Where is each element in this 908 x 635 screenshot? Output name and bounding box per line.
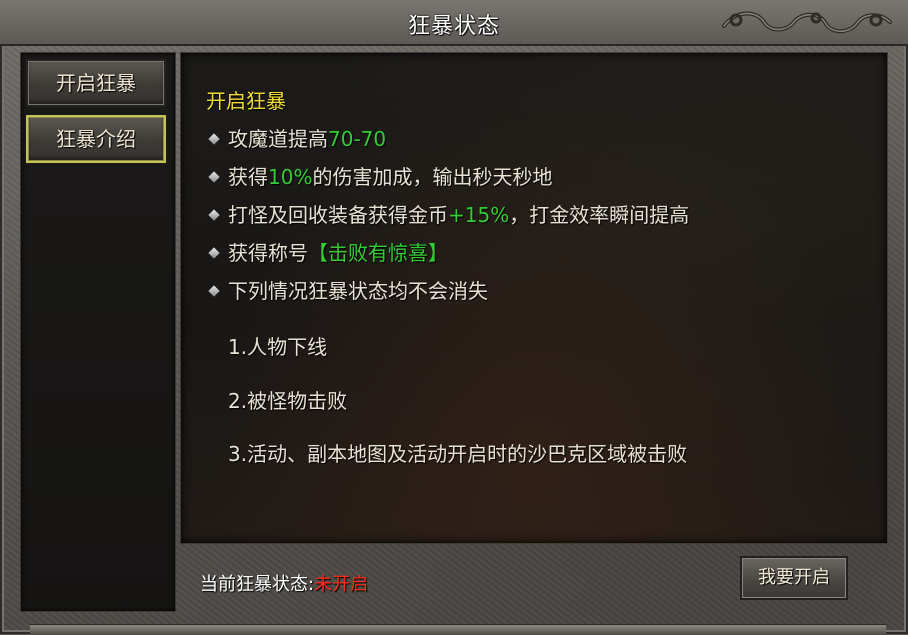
status-value: 未开启 — [314, 574, 369, 595]
diamond-bullet-icon — [208, 247, 220, 259]
bottom-border — [30, 624, 886, 635]
rage-status-line: 当前狂暴状态:未开启 — [200, 570, 368, 596]
sidebar: 开启狂暴 狂暴介绍 — [20, 52, 176, 612]
dragon-ornament-icon — [722, 11, 892, 34]
benefit-item: 打怪及回收装备获得金币+15%，打金效率瞬间提高 — [206, 201, 689, 229]
activate-button[interactable]: 我要开启 — [740, 556, 848, 600]
diamond-bullet-icon — [208, 285, 220, 297]
benefit-item: 攻魔道提高70-70 — [206, 125, 386, 153]
diamond-bullet-icon — [208, 133, 220, 145]
tab-rage-intro[interactable]: 狂暴介绍 — [26, 115, 166, 163]
diamond-bullet-icon — [208, 171, 220, 183]
status-label: 当前狂暴状态: — [200, 574, 315, 595]
tab-open-rage[interactable]: 开启狂暴 — [26, 59, 166, 107]
condition-item: 1.人物下线 — [228, 335, 328, 359]
title-bar[interactable]: 狂暴状态 — [0, 0, 908, 46]
condition-item: 3.活动、副本地图及活动开启时的沙巴克区域被击败 — [228, 442, 688, 466]
rage-status-window: 狂暴状态 开启狂暴 狂暴介绍 开启狂暴 攻魔道提高70-70 获得10%的伤害加… — [0, 0, 908, 635]
content-panel: 开启狂暴 攻魔道提高70-70 获得10%的伤害加成，输出秒天秒地 打怪及回收装… — [180, 52, 888, 544]
benefit-item: 获得10%的伤害加成，输出秒天秒地 — [206, 163, 552, 191]
content-title: 开启狂暴 — [206, 89, 286, 113]
benefit-item: 获得称号【击败有惊喜】 — [206, 239, 448, 267]
benefit-item: 下列情况狂暴状态均不会消失 — [206, 277, 488, 305]
diamond-bullet-icon — [208, 209, 220, 221]
condition-item: 2.被怪物击败 — [228, 389, 348, 413]
